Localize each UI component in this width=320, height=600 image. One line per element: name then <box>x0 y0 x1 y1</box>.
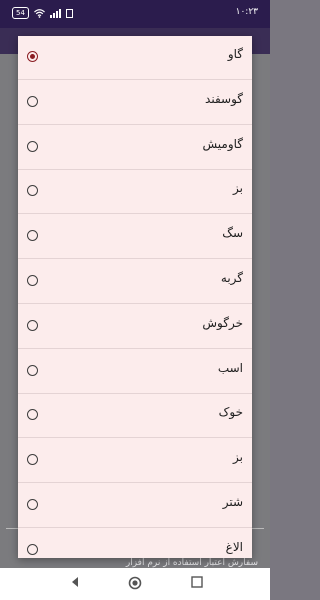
animal-option[interactable]: شتر <box>18 484 252 528</box>
animal-option-label: شتر <box>222 495 243 509</box>
animal-option-label: اسب <box>217 360 243 375</box>
wifi-icon <box>34 8 45 18</box>
animal-option[interactable]: بز <box>18 439 252 484</box>
radio-checked-icon[interactable] <box>27 51 38 62</box>
animal-option[interactable]: گربه <box>18 260 252 304</box>
animal-option[interactable]: خرگوش <box>18 305 252 349</box>
animal-option-label: خوک <box>218 405 243 420</box>
back-icon[interactable] <box>67 576 83 592</box>
animal-select-dialog: گاو گوسفند گاومیش بز سگ گربه خرگوش اسب خوک بز شتر ا… <box>18 36 252 558</box>
animal-option[interactable]: الاغ <box>18 529 252 558</box>
animal-option-label: گربه <box>220 271 243 285</box>
animal-option-label: سگ <box>222 226 243 241</box>
animal-option-label: الاغ <box>225 539 243 554</box>
animal-option[interactable]: بز <box>18 170 252 215</box>
animal-option[interactable]: سگ <box>18 215 252 260</box>
radio-unchecked-icon[interactable] <box>27 409 38 421</box>
animal-option[interactable]: گوسفند <box>18 81 252 125</box>
status-time: ۱۰:۲۳ <box>235 7 258 17</box>
animal-option-label: خرگوش <box>202 315 243 330</box>
animal-option[interactable]: خوک <box>18 394 252 439</box>
radio-unchecked-icon[interactable] <box>27 543 38 555</box>
navigation-bar <box>0 568 270 600</box>
radio-unchecked-icon[interactable] <box>27 364 38 376</box>
radio-unchecked-icon[interactable] <box>27 499 38 510</box>
animal-option-label: بز <box>233 181 243 196</box>
recents-icon[interactable] <box>189 576 205 592</box>
status-bar: 54 ۱۰:۲۳ <box>0 0 270 28</box>
animal-option[interactable]: گاومیش <box>18 126 252 170</box>
background-footer-text: سفارش اعتبار استفاده از نرم افزار <box>125 558 258 568</box>
animal-option-label: گاومیش <box>202 136 243 151</box>
animal-option-label: بز <box>233 450 243 465</box>
radio-unchecked-icon[interactable] <box>27 275 38 286</box>
animal-option-label: گاو <box>227 47 243 61</box>
radio-unchecked-icon[interactable] <box>27 319 38 331</box>
radio-unchecked-icon[interactable] <box>27 230 38 242</box>
home-icon[interactable] <box>127 576 143 592</box>
battery-icon: 54 <box>12 7 29 19</box>
radio-unchecked-icon[interactable] <box>27 185 38 197</box>
animal-option-label: گوسفند <box>205 91 243 106</box>
signal-icon <box>49 8 61 18</box>
notification-icon <box>65 8 73 18</box>
radio-unchecked-icon[interactable] <box>27 95 38 107</box>
status-icons: 54 <box>12 7 73 19</box>
animal-option[interactable]: گاو <box>18 36 252 80</box>
radio-unchecked-icon[interactable] <box>27 454 38 466</box>
radio-unchecked-icon[interactable] <box>27 140 38 152</box>
animal-option[interactable]: اسب <box>18 350 252 394</box>
